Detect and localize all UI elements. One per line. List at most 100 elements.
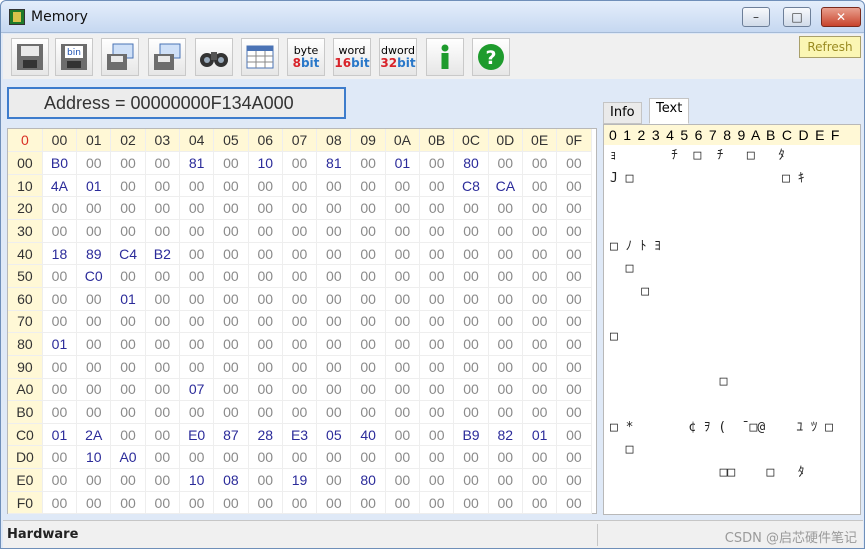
hex-cell[interactable]: 00 <box>419 242 455 266</box>
hex-cell[interactable]: 00 <box>385 174 421 198</box>
dword-button[interactable]: dword 32bit <box>379 38 417 76</box>
hex-cell[interactable]: 00 <box>213 174 249 198</box>
hex-cell[interactable]: 00 <box>522 400 558 424</box>
hex-cell[interactable]: 00 <box>110 310 146 334</box>
hex-cell[interactable]: 00 <box>282 332 318 356</box>
hex-cell[interactable]: 00 <box>76 287 112 311</box>
hex-cell[interactable]: 00 <box>213 332 249 356</box>
hex-cell[interactable]: 00 <box>453 491 489 515</box>
hex-cell[interactable]: 00 <box>316 400 352 424</box>
hex-cell[interactable]: 00 <box>350 174 386 198</box>
hex-cell[interactable]: 00 <box>522 310 558 334</box>
hex-cell[interactable]: 00 <box>385 468 421 492</box>
hex-cell[interactable]: C8 <box>453 174 489 198</box>
hex-cell[interactable]: 00 <box>522 151 558 175</box>
hex-cell[interactable]: 00 <box>488 355 523 379</box>
hex-cell[interactable]: 00 <box>453 332 489 356</box>
hex-cell[interactable]: 00 <box>42 468 78 492</box>
hex-cell[interactable]: 00 <box>453 445 489 470</box>
hex-cell[interactable]: 00 <box>522 378 558 402</box>
find-button[interactable] <box>195 38 233 76</box>
hex-cell[interactable]: 00 <box>145 287 180 311</box>
hex-cell[interactable]: 00 <box>110 174 146 198</box>
hex-cell[interactable]: 00 <box>42 287 78 311</box>
hex-cell[interactable]: 00 <box>556 400 592 424</box>
hex-cell[interactable]: 00 <box>385 310 421 334</box>
hex-cell[interactable]: 00 <box>179 310 215 334</box>
hex-cell[interactable]: 00 <box>110 423 146 447</box>
hex-cell[interactable]: 00 <box>316 196 352 221</box>
hex-cell[interactable]: 00 <box>42 196 78 221</box>
hex-cell[interactable]: 00 <box>350 151 386 175</box>
word-button[interactable]: word 16bit <box>333 38 371 76</box>
hex-cell[interactable]: 80 <box>350 468 386 492</box>
hex-cell[interactable]: 00 <box>42 310 78 334</box>
hex-cell[interactable]: 00 <box>522 445 558 470</box>
hex-cell[interactable]: 00 <box>556 445 592 470</box>
hex-cell[interactable]: 00 <box>385 219 421 243</box>
hex-cell[interactable]: 00 <box>179 287 215 311</box>
hex-cell[interactable]: 00 <box>282 355 318 379</box>
info-button[interactable] <box>426 38 464 76</box>
hex-cell[interactable]: 00 <box>110 264 146 288</box>
hex-cell[interactable]: 00 <box>110 378 146 402</box>
hex-cell[interactable]: 00 <box>385 287 421 311</box>
hex-cell[interactable]: 00 <box>248 355 283 379</box>
hex-cell[interactable]: 00 <box>453 468 489 492</box>
load-file-button[interactable] <box>148 38 186 76</box>
hex-cell[interactable]: 89 <box>76 242 112 266</box>
hex-cell[interactable]: 82 <box>488 423 523 447</box>
hex-cell[interactable]: 00 <box>248 400 283 424</box>
hex-cell[interactable]: 00 <box>76 355 112 379</box>
hex-cell[interactable]: 00 <box>453 264 489 288</box>
hex-cell[interactable]: CA <box>488 174 523 198</box>
hex-cell[interactable]: 00 <box>213 310 249 334</box>
hex-cell[interactable]: 00 <box>316 242 352 266</box>
hex-cell[interactable]: 00 <box>316 445 352 470</box>
hex-cell[interactable]: C0 <box>76 264 112 288</box>
hex-cell[interactable]: 00 <box>248 491 283 515</box>
hex-cell[interactable]: 00 <box>213 264 249 288</box>
hex-cell[interactable]: 00 <box>179 332 215 356</box>
hex-cell[interactable]: 10 <box>179 468 215 492</box>
hex-cell[interactable]: 00 <box>145 219 180 243</box>
hex-cell[interactable]: 00 <box>76 332 112 356</box>
hex-cell[interactable]: 00 <box>419 491 455 515</box>
save-button[interactable] <box>11 38 49 76</box>
hex-cell[interactable]: 01 <box>76 174 112 198</box>
hex-cell[interactable]: 00 <box>350 491 386 515</box>
hex-cell[interactable]: 01 <box>522 423 558 447</box>
hex-cell[interactable]: 00 <box>350 196 386 221</box>
hex-cell[interactable]: 00 <box>282 378 318 402</box>
hex-cell[interactable]: B0 <box>42 151 78 175</box>
minimize-button[interactable]: – <box>742 7 770 27</box>
hex-cell[interactable]: 00 <box>385 423 421 447</box>
save-bin-button[interactable]: bin <box>55 38 93 76</box>
hex-cell[interactable]: 00 <box>488 332 523 356</box>
hex-cell[interactable]: 01 <box>110 287 146 311</box>
hex-cell[interactable]: 00 <box>419 445 455 470</box>
hex-cell[interactable]: 00 <box>248 378 283 402</box>
hex-cell[interactable]: 00 <box>145 423 180 447</box>
hex-cell[interactable]: 00 <box>488 378 523 402</box>
hex-cell[interactable]: 00 <box>179 219 215 243</box>
hex-cell[interactable]: 00 <box>76 468 112 492</box>
hex-cell[interactable]: 00 <box>282 264 318 288</box>
hex-cell[interactable]: 00 <box>556 423 592 447</box>
hex-cell[interactable]: 00 <box>350 400 386 424</box>
hex-cell[interactable]: 00 <box>145 264 180 288</box>
hex-cell[interactable]: 00 <box>316 378 352 402</box>
hex-cell[interactable]: 00 <box>145 491 180 515</box>
hex-cell[interactable]: 00 <box>179 491 215 515</box>
hex-cell[interactable]: 00 <box>213 151 249 175</box>
hex-cell[interactable]: 00 <box>248 445 283 470</box>
hex-cell[interactable]: 00 <box>385 400 421 424</box>
hex-cell[interactable]: 00 <box>453 196 489 221</box>
hex-cell[interactable]: 00 <box>556 174 592 198</box>
hex-cell[interactable]: 00 <box>42 219 78 243</box>
hex-cell[interactable]: 00 <box>145 196 180 221</box>
hex-cell[interactable]: C4 <box>110 242 146 266</box>
hex-cell[interactable]: 00 <box>419 174 455 198</box>
hex-cell[interactable]: 00 <box>282 219 318 243</box>
hex-cell[interactable]: 00 <box>522 468 558 492</box>
